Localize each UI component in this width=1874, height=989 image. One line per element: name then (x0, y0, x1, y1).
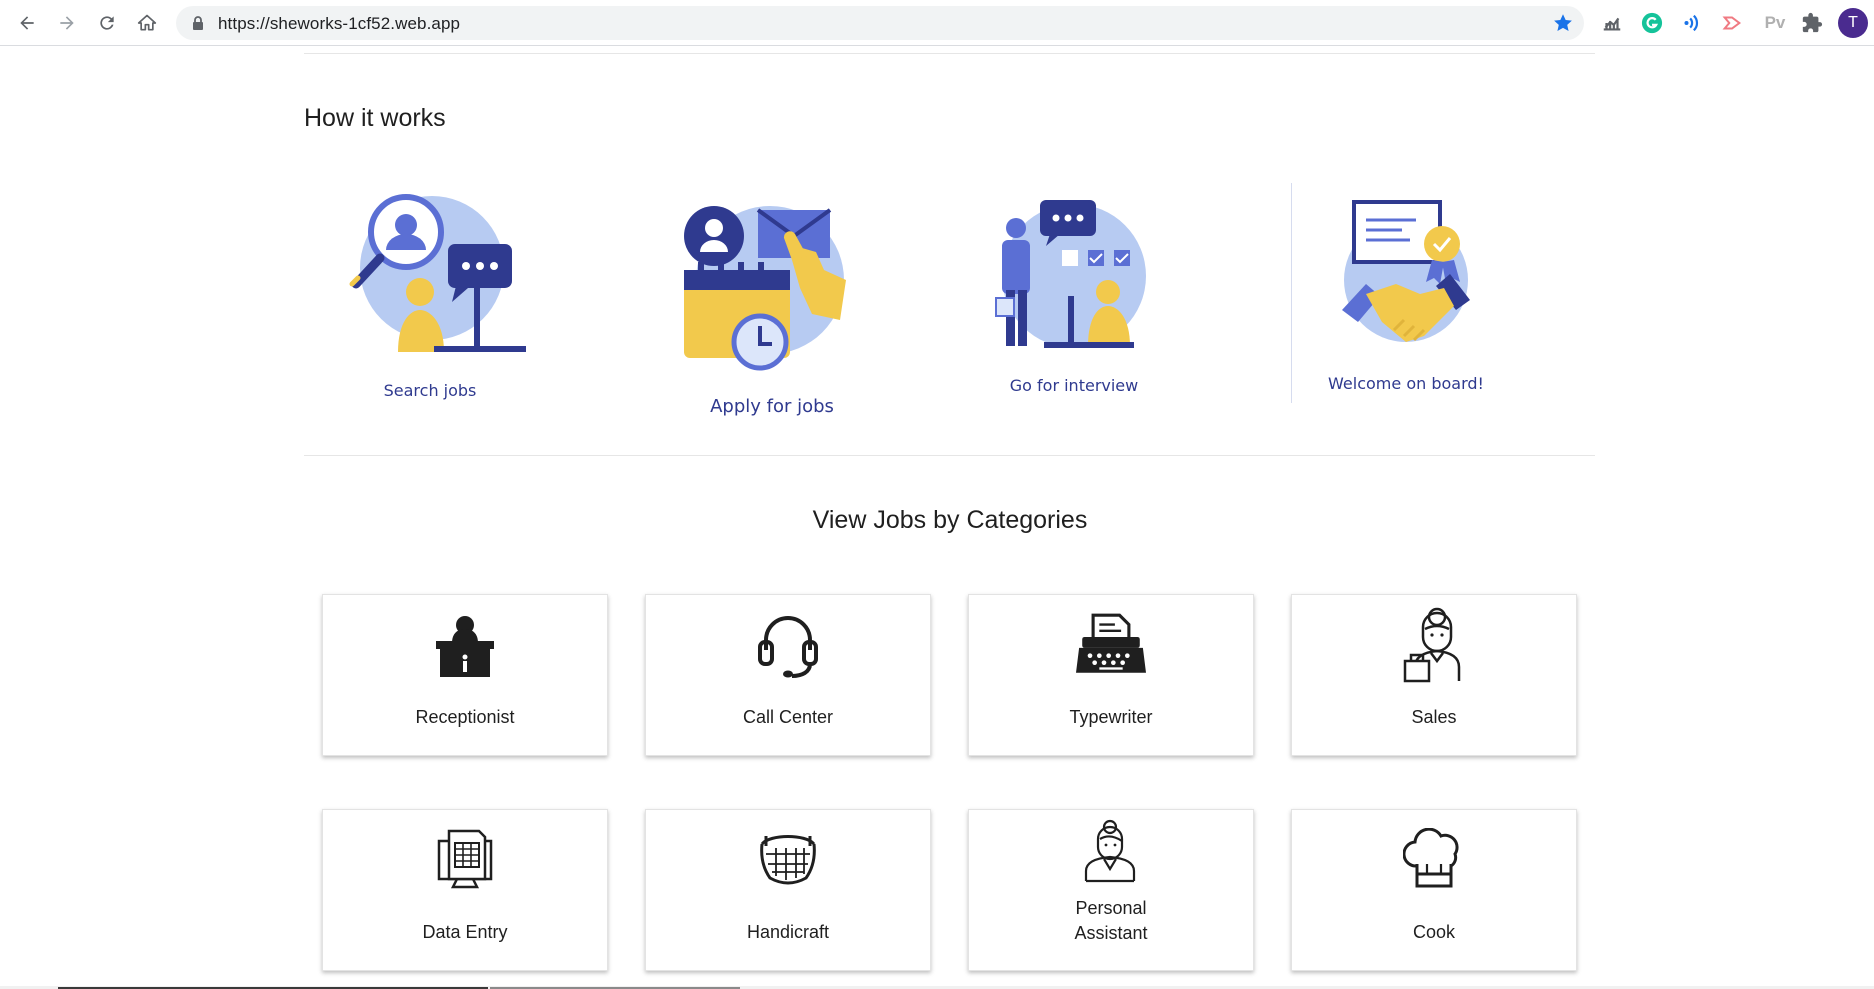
category-card-cook[interactable]: Cook (1291, 809, 1577, 971)
how-it-works-title: How it works (304, 104, 446, 132)
basket-icon (753, 820, 823, 898)
browser-toolbar: https://sheworks-1cf52.web.app Pv T (0, 0, 1874, 46)
step-label-apply-jobs: Apply for jobs (710, 396, 834, 417)
category-label: Cook (1412, 922, 1456, 942)
category-card-receptionist[interactable]: Receptionist (322, 594, 608, 756)
category-card-sales[interactable]: Sales (1291, 594, 1577, 756)
typewriter-icon (1076, 605, 1146, 683)
url-text: https://sheworks-1cf52.web.app (218, 14, 461, 33)
data-entry-icon (430, 820, 500, 898)
category-label: Handicraft (746, 922, 830, 942)
category-label-line1: Personal (1075, 898, 1147, 918)
assistant-icon (1076, 812, 1146, 890)
category-card-data-entry[interactable]: Data Entry (322, 809, 608, 971)
search-jobs-illustration (349, 194, 526, 352)
categories-title: View Jobs by Categories (812, 506, 1088, 534)
step-label-search-jobs: Search jobs (383, 381, 477, 400)
step-apply-jobs (672, 180, 872, 420)
category-card-handicraft[interactable]: Handicraft (645, 809, 931, 971)
read-aloud-extension-icon[interactable] (1680, 11, 1704, 35)
step-label-interview: Go for interview (1009, 376, 1139, 395)
category-label: Typewriter (1069, 707, 1153, 727)
steps-divider (1291, 183, 1292, 403)
profile-avatar[interactable]: T (1838, 8, 1868, 38)
sales-person-icon (1399, 605, 1469, 683)
grammarly-extension-icon[interactable] (1640, 11, 1664, 35)
category-card-personal-assistant[interactable]: Personal Assistant (968, 809, 1254, 971)
home-icon[interactable] (131, 7, 163, 39)
lock-icon[interactable] (190, 15, 206, 31)
category-card-typewriter[interactable]: Typewriter (968, 594, 1254, 756)
step-label-welcome: Welcome on board! (1328, 374, 1484, 393)
category-label-line2: Assistant (1074, 923, 1148, 943)
headset-icon (753, 605, 823, 683)
category-label: Data Entry (422, 922, 508, 942)
bookmark-star-icon[interactable] (1552, 12, 1574, 34)
middle-divider (304, 455, 1595, 456)
puzzle-extensions-icon[interactable] (1800, 11, 1824, 35)
top-divider (304, 53, 1595, 54)
pv-extension-icon[interactable]: Pv (1760, 11, 1790, 35)
forward-arrow-icon[interactable] (51, 7, 83, 39)
apply-jobs-illustration (684, 206, 846, 371)
receptionist-icon (430, 605, 500, 683)
chef-hat-icon (1399, 820, 1469, 898)
share-extension-icon[interactable] (1720, 11, 1744, 35)
handshake-illustration (1342, 200, 1470, 342)
back-arrow-icon[interactable] (11, 7, 43, 39)
interview-illustration (995, 200, 1146, 348)
category-label: Sales (1411, 707, 1457, 727)
reload-icon[interactable] (91, 7, 123, 39)
category-label: Receptionist (415, 707, 515, 727)
category-label: Call Center (742, 707, 834, 727)
analytics-extension-icon[interactable] (1600, 11, 1624, 35)
address-bar[interactable]: https://sheworks-1cf52.web.app (176, 6, 1584, 40)
category-card-call-center[interactable]: Call Center (645, 594, 931, 756)
